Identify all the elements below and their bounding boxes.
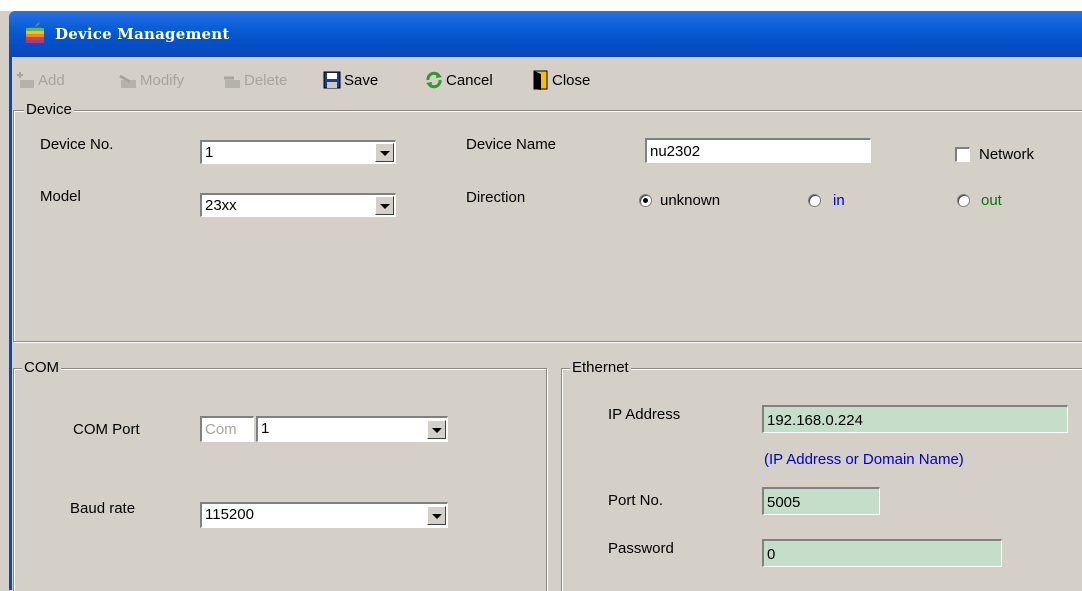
password-field[interactable]: 0 bbox=[762, 539, 1002, 567]
exit-door-icon bbox=[533, 70, 548, 90]
direction-unknown-label: unknown bbox=[660, 192, 721, 209]
apple-logo-icon bbox=[26, 22, 44, 44]
direction-out-label: out bbox=[981, 192, 1002, 209]
baud-rate-value: 115200 bbox=[205, 506, 254, 523]
window-title: Device Management bbox=[55, 25, 230, 43]
ip-address-value: 192.168.0.224 bbox=[767, 412, 863, 429]
close-button[interactable]: Close bbox=[530, 66, 590, 94]
direction-in-radio[interactable] bbox=[808, 194, 821, 207]
com-group-label: COM bbox=[22, 359, 61, 377]
direction-in-label: in bbox=[833, 192, 845, 209]
modify-icon bbox=[119, 74, 136, 88]
chevron-down-icon[interactable] bbox=[375, 143, 394, 162]
com-prefix-field: Com bbox=[200, 416, 254, 442]
chevron-down-icon[interactable] bbox=[427, 420, 446, 439]
com-port-select[interactable]: 1 bbox=[256, 416, 448, 442]
model-select[interactable]: 23xx bbox=[200, 193, 396, 217]
refresh-icon bbox=[426, 71, 442, 89]
ethernet-group-label: Ethernet bbox=[570, 359, 631, 377]
delete-button[interactable]: Delete bbox=[222, 66, 287, 94]
ip-address-label: IP Address bbox=[608, 406, 681, 423]
port-no-value: 5005 bbox=[767, 494, 801, 511]
port-no-label: Port No. bbox=[608, 492, 664, 509]
password-value: 0 bbox=[767, 546, 776, 563]
delete-icon bbox=[224, 76, 240, 88]
save-button[interactable]: Save bbox=[322, 66, 378, 94]
chevron-down-icon[interactable] bbox=[375, 196, 394, 215]
com-prefix-value: Com bbox=[205, 421, 237, 438]
title-bar[interactable]: Device Management bbox=[9, 11, 1082, 57]
top-strip bbox=[0, 0, 1082, 11]
device-group-label: Device bbox=[24, 101, 74, 119]
direction-unknown-radio[interactable] bbox=[639, 194, 652, 207]
ip-address-hint: (IP Address or Domain Name) bbox=[764, 451, 964, 468]
direction-label: Direction bbox=[466, 189, 526, 206]
window-frame-left bbox=[9, 57, 12, 590]
model-label: Model bbox=[40, 188, 81, 205]
network-checkbox[interactable] bbox=[955, 147, 970, 162]
model-value: 23xx bbox=[205, 197, 237, 214]
chevron-down-icon[interactable] bbox=[427, 506, 446, 525]
port-no-field[interactable]: 5005 bbox=[762, 487, 880, 515]
com-group bbox=[13, 368, 547, 591]
baud-rate-label: Baud rate bbox=[70, 500, 136, 517]
add-label: Add bbox=[38, 71, 65, 89]
add-button[interactable]: Add bbox=[16, 66, 65, 94]
device-management-window: Device Management Add Modify Delete Save… bbox=[0, 0, 1082, 591]
modify-button[interactable]: Modify bbox=[118, 66, 184, 94]
com-port-value: 1 bbox=[261, 420, 270, 437]
device-no-label: Device No. bbox=[40, 136, 114, 153]
floppy-disk-icon bbox=[323, 71, 341, 89]
direction-out-radio[interactable] bbox=[957, 194, 970, 207]
add-icon bbox=[17, 72, 34, 88]
baud-rate-select[interactable]: 115200 bbox=[200, 502, 448, 528]
save-label: Save bbox=[344, 71, 379, 89]
cancel-button[interactable]: Cancel bbox=[424, 66, 493, 94]
device-name-label: Device Name bbox=[466, 136, 557, 153]
network-label: Network bbox=[979, 146, 1035, 163]
device-no-value: 1 bbox=[205, 144, 214, 161]
toolbar: Add Modify Delete Save Cancel Close bbox=[12, 66, 712, 94]
ip-address-field[interactable]: 192.168.0.224 bbox=[762, 405, 1068, 433]
password-label: Password bbox=[608, 540, 674, 557]
device-no-select[interactable]: 1 bbox=[200, 140, 396, 164]
com-port-label: COM Port bbox=[73, 421, 140, 438]
device-name-field[interactable]: nu2302 bbox=[645, 138, 871, 163]
device-name-value: nu2302 bbox=[650, 143, 701, 160]
close-label: Close bbox=[552, 71, 591, 89]
modify-label: Modify bbox=[140, 71, 185, 89]
delete-label: Delete bbox=[244, 71, 288, 89]
cancel-label: Cancel bbox=[446, 71, 493, 89]
